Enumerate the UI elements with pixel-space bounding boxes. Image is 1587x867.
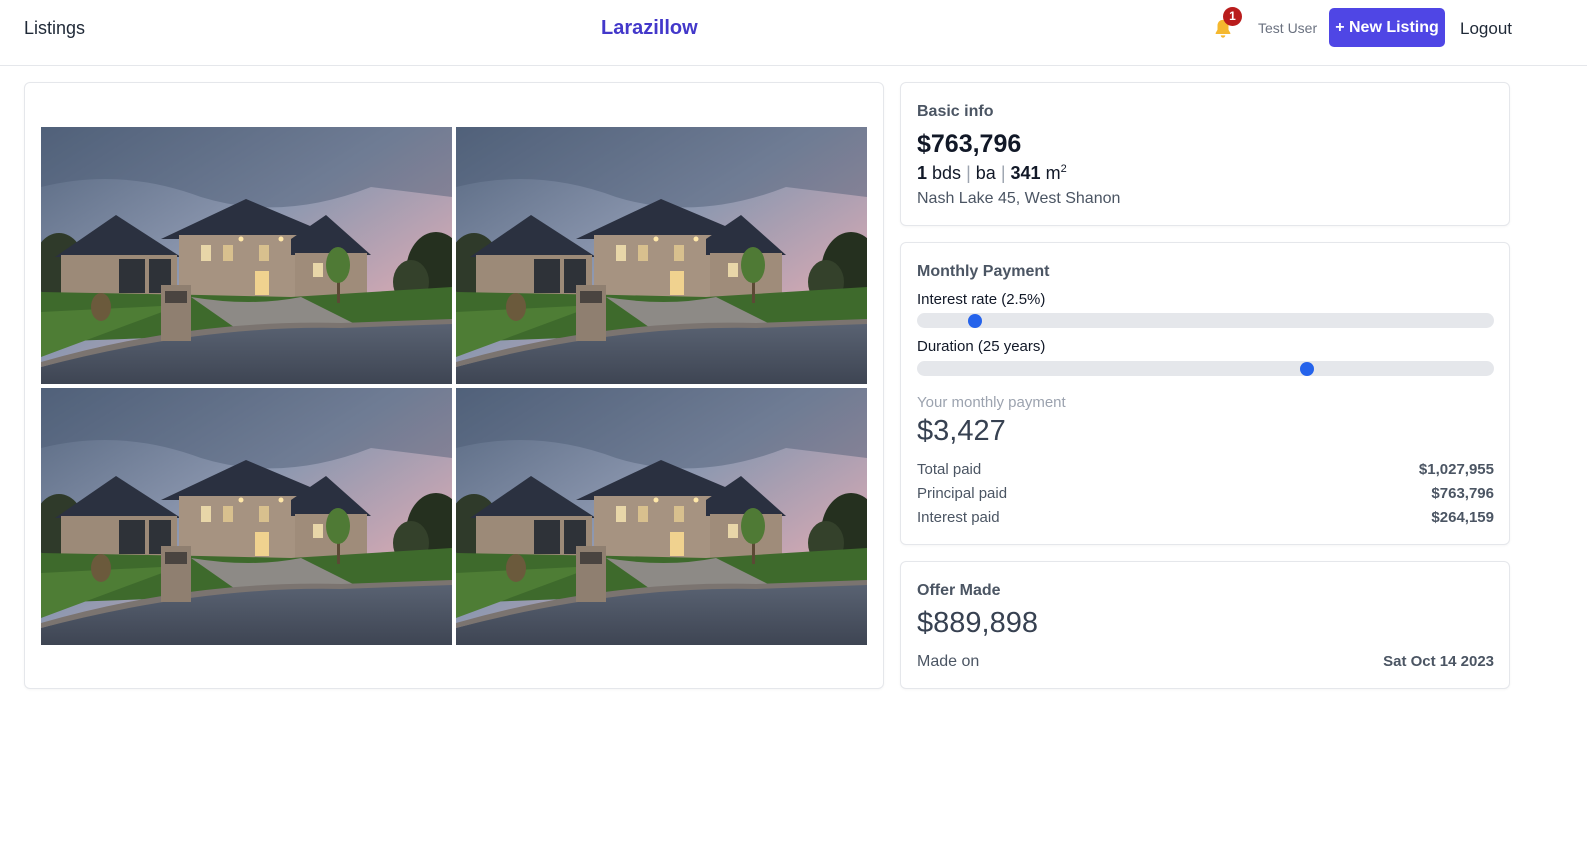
row-label: Interest paid — [917, 509, 1000, 526]
user-name: Test User — [1258, 20, 1318, 36]
new-listing-button[interactable]: + New Listing — [1329, 8, 1445, 47]
interest-rate-slider[interactable] — [917, 313, 1494, 328]
basic-info-title: Basic info — [917, 103, 994, 120]
separator: | — [1000, 163, 1006, 183]
interest-paid-row: Interest paid $264,159 — [917, 509, 1494, 526]
interest-rate-slider-thumb[interactable] — [968, 313, 982, 328]
listing-photo[interactable] — [456, 127, 867, 384]
listing-specs: 1 bds | ba | 341 m2 — [917, 163, 1067, 184]
beds-count: 1 — [917, 163, 928, 183]
photo-gallery — [24, 82, 884, 689]
row-value: $763,796 — [1431, 485, 1494, 502]
area-unit: m — [1045, 163, 1061, 183]
duration-slider[interactable] — [917, 361, 1494, 376]
total-paid-row: Total paid $1,027,955 — [917, 461, 1494, 478]
duration-slider-thumb[interactable] — [1300, 361, 1314, 376]
top-navbar: Listings Larazillow 1 Test User + New Li… — [0, 0, 1587, 66]
offer-amount: $889,898 — [917, 607, 1038, 639]
made-on-label: Made on — [917, 653, 980, 670]
notification-badge[interactable]: 1 — [1223, 7, 1242, 26]
offer-made-title: Offer Made — [917, 582, 1001, 599]
duration-label: Duration (25 years) — [917, 338, 1046, 355]
area-value: 341 — [1010, 163, 1041, 183]
basic-info-card: Basic info $763,796 1 bds | ba | 341 m2 … — [900, 82, 1510, 226]
area-exponent: 2 — [1060, 163, 1067, 175]
monthly-payment-amount: $3,427 — [917, 415, 1006, 447]
listing-price: $763,796 — [917, 130, 1022, 158]
principal-paid-row: Principal paid $763,796 — [917, 485, 1494, 502]
monthly-payment-card: Monthly Payment Interest rate (2.5%) Dur… — [900, 242, 1510, 545]
row-label: Total paid — [917, 461, 982, 478]
monthly-payment-label: Your monthly payment — [917, 394, 1066, 411]
listing-photo[interactable] — [41, 388, 452, 645]
logout-link[interactable]: Logout — [1460, 19, 1512, 39]
monthly-payment-title: Monthly Payment — [917, 263, 1050, 280]
offer-made-card: Offer Made $889,898 Made on Sat Oct 14 2… — [900, 561, 1510, 689]
listing-photo[interactable] — [456, 388, 867, 645]
row-value: $1,027,955 — [1418, 461, 1494, 478]
interest-rate-label: Interest rate (2.5%) — [917, 291, 1046, 308]
listing-address: Nash Lake 45, West Shanon — [917, 190, 1121, 207]
listings-link[interactable]: Listings — [24, 18, 85, 39]
brand-logo[interactable]: Larazillow — [601, 17, 698, 40]
made-on-row: Made on Sat Oct 14 2023 — [917, 653, 1494, 671]
separator: | — [966, 163, 971, 183]
baths-label: ba — [975, 163, 996, 183]
beds-label: bds — [932, 163, 962, 183]
row-label: Principal paid — [917, 485, 1008, 502]
row-value: $264,159 — [1431, 509, 1494, 526]
made-on-date: Sat Oct 14 2023 — [1383, 653, 1494, 670]
listing-photo[interactable] — [41, 127, 452, 384]
